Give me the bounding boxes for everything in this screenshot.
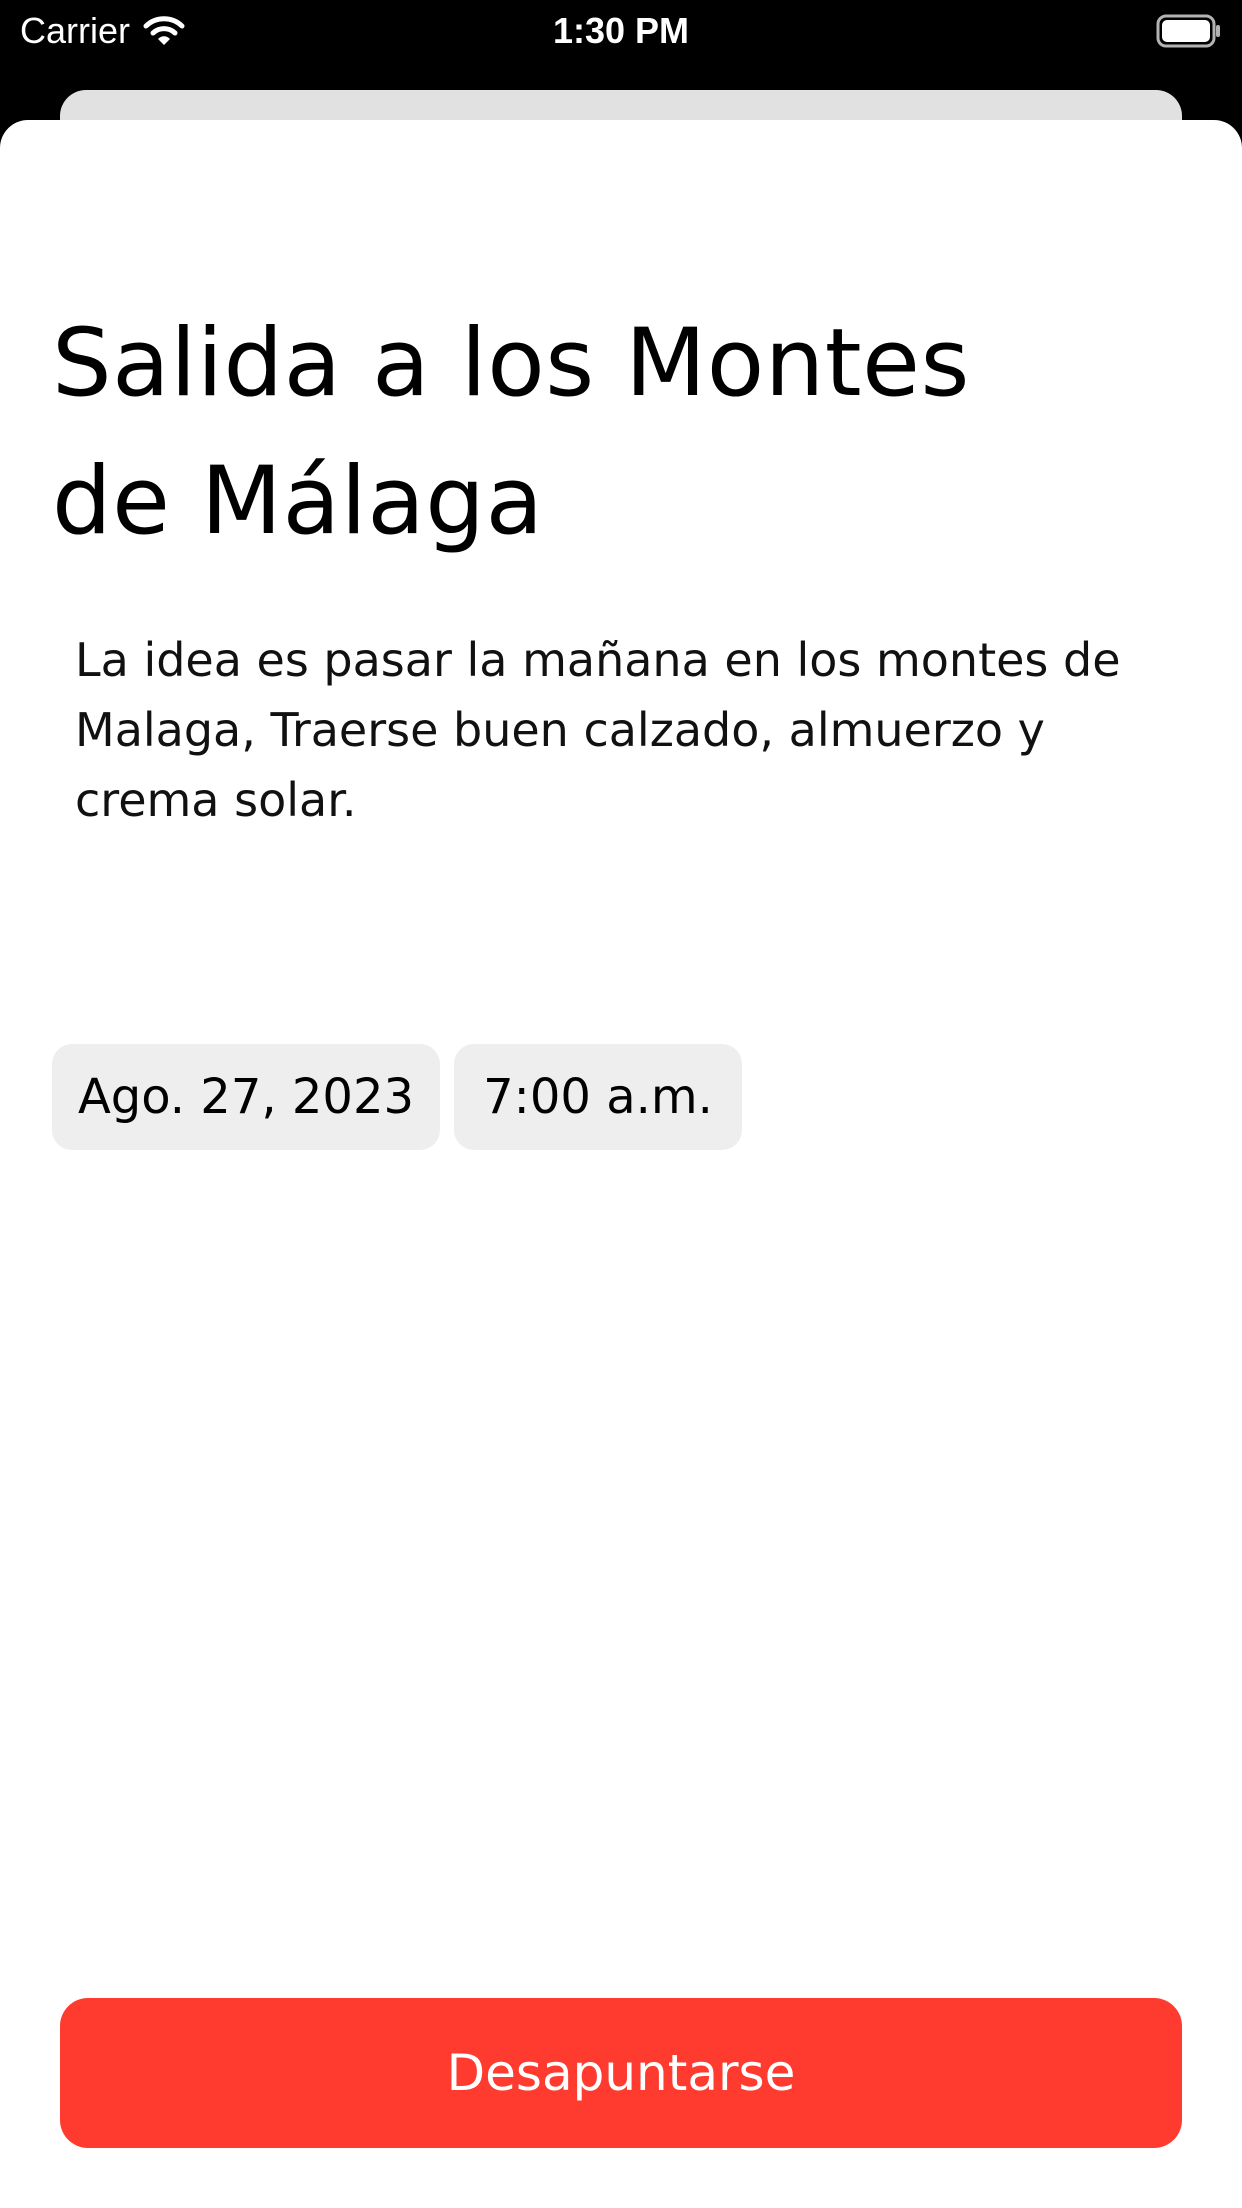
event-description: La idea es pasar la mañana en los montes… [75, 633, 1121, 827]
status-time: 1:30 PM [552, 10, 690, 51]
unsubscribe-button[interactable]: Desapuntarse [60, 1998, 1182, 2148]
event-detail-sheet: Salida a los Montes de Málaga La idea es… [0, 120, 1242, 2208]
unsubscribe-button-label: Desapuntarse [446, 2044, 796, 2102]
event-date-label: Ago. 27, 2023 [77, 1069, 415, 1125]
event-time-label: 7:00 a.m. [483, 1069, 713, 1125]
battery-icon [1156, 14, 1220, 48]
status-bar: Carrier 1:30 PM [0, 0, 1242, 62]
event-time-chip[interactable]: 7:00 a.m. [454, 1044, 742, 1150]
event-date-chip[interactable]: Ago. 27, 2023 [52, 1044, 440, 1150]
event-datetime: Ago. 27, 2023 7:00 a.m. [52, 1044, 742, 1150]
event-title: Salida a los Montes de Málaga [52, 309, 970, 556]
